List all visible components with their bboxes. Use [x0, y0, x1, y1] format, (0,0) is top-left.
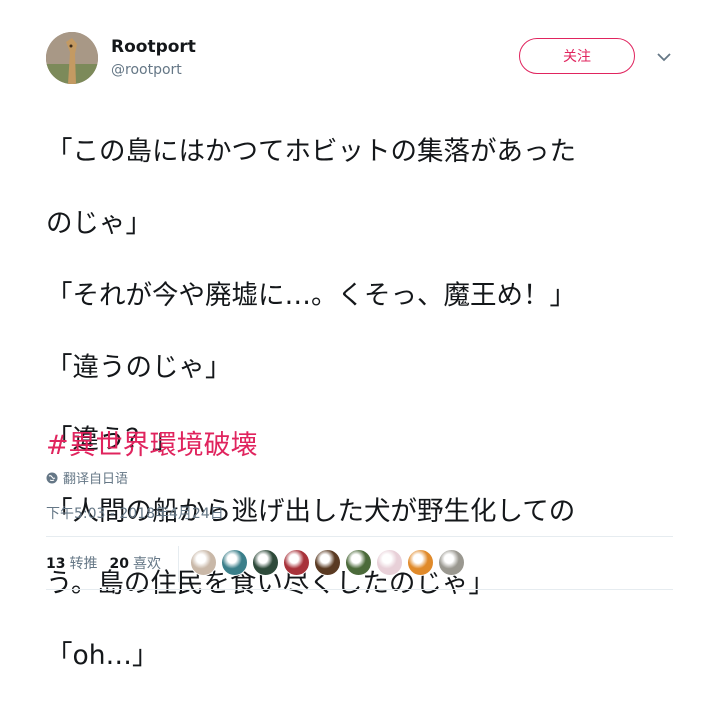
liker-avatar[interactable]	[376, 549, 403, 576]
liker-avatar[interactable]	[407, 549, 434, 576]
divider	[178, 546, 179, 582]
likes-count: 20	[109, 556, 129, 572]
retweets-count: 13	[46, 556, 66, 572]
likes-label: 喜欢	[132, 556, 161, 572]
divider	[46, 536, 673, 537]
translate-link[interactable]: 翻译自日语	[46, 468, 128, 487]
translate-label: 翻译自日语	[63, 472, 129, 487]
liker-avatar[interactable]	[438, 549, 465, 576]
tweet-stats: 13 转推 20 喜欢	[46, 553, 173, 573]
display-name[interactable]: Rootport	[111, 37, 196, 57]
liker-avatar[interactable]	[314, 549, 341, 576]
liker-avatar[interactable]	[345, 549, 372, 576]
liker-avatar[interactable]	[283, 549, 310, 576]
user-handle[interactable]: @rootport	[111, 62, 182, 78]
tweet-timestamp[interactable]: 下午5:03 - 2018年4月24日	[46, 503, 224, 523]
liker-avatar[interactable]	[252, 549, 279, 576]
likes-stat[interactable]: 20 喜欢	[109, 553, 160, 573]
liker-avatar[interactable]	[190, 549, 217, 576]
tweet-line: 「この島にはかつてホビットの集落があった	[46, 136, 576, 167]
retweets-label: 转推	[69, 556, 98, 572]
tweet-text: 「この島にはかつてホビットの集落があった のじゃ」 「それが今や廃墟に…。くそっ…	[46, 98, 686, 710]
chevron-down-icon[interactable]	[655, 49, 673, 63]
globe-icon	[46, 472, 58, 483]
avatar[interactable]	[46, 32, 98, 84]
liker-avatar[interactable]	[221, 549, 248, 576]
tweet-line: 「それが今や廃墟に…。くそっ、魔王め！」	[46, 280, 576, 311]
follow-button[interactable]: 关注	[519, 38, 635, 74]
liker-avatars	[190, 549, 469, 576]
tweet-line: 「oh…」	[46, 640, 159, 671]
hashtag-link[interactable]: #異世界環境破壊	[46, 423, 258, 462]
tweet-line: 「違うのじゃ」	[46, 352, 232, 383]
follow-button-label: 关注	[563, 49, 591, 65]
tweet-line: のじゃ」	[46, 208, 152, 239]
retweets-stat[interactable]: 13 转推	[46, 553, 97, 573]
divider	[46, 589, 673, 590]
